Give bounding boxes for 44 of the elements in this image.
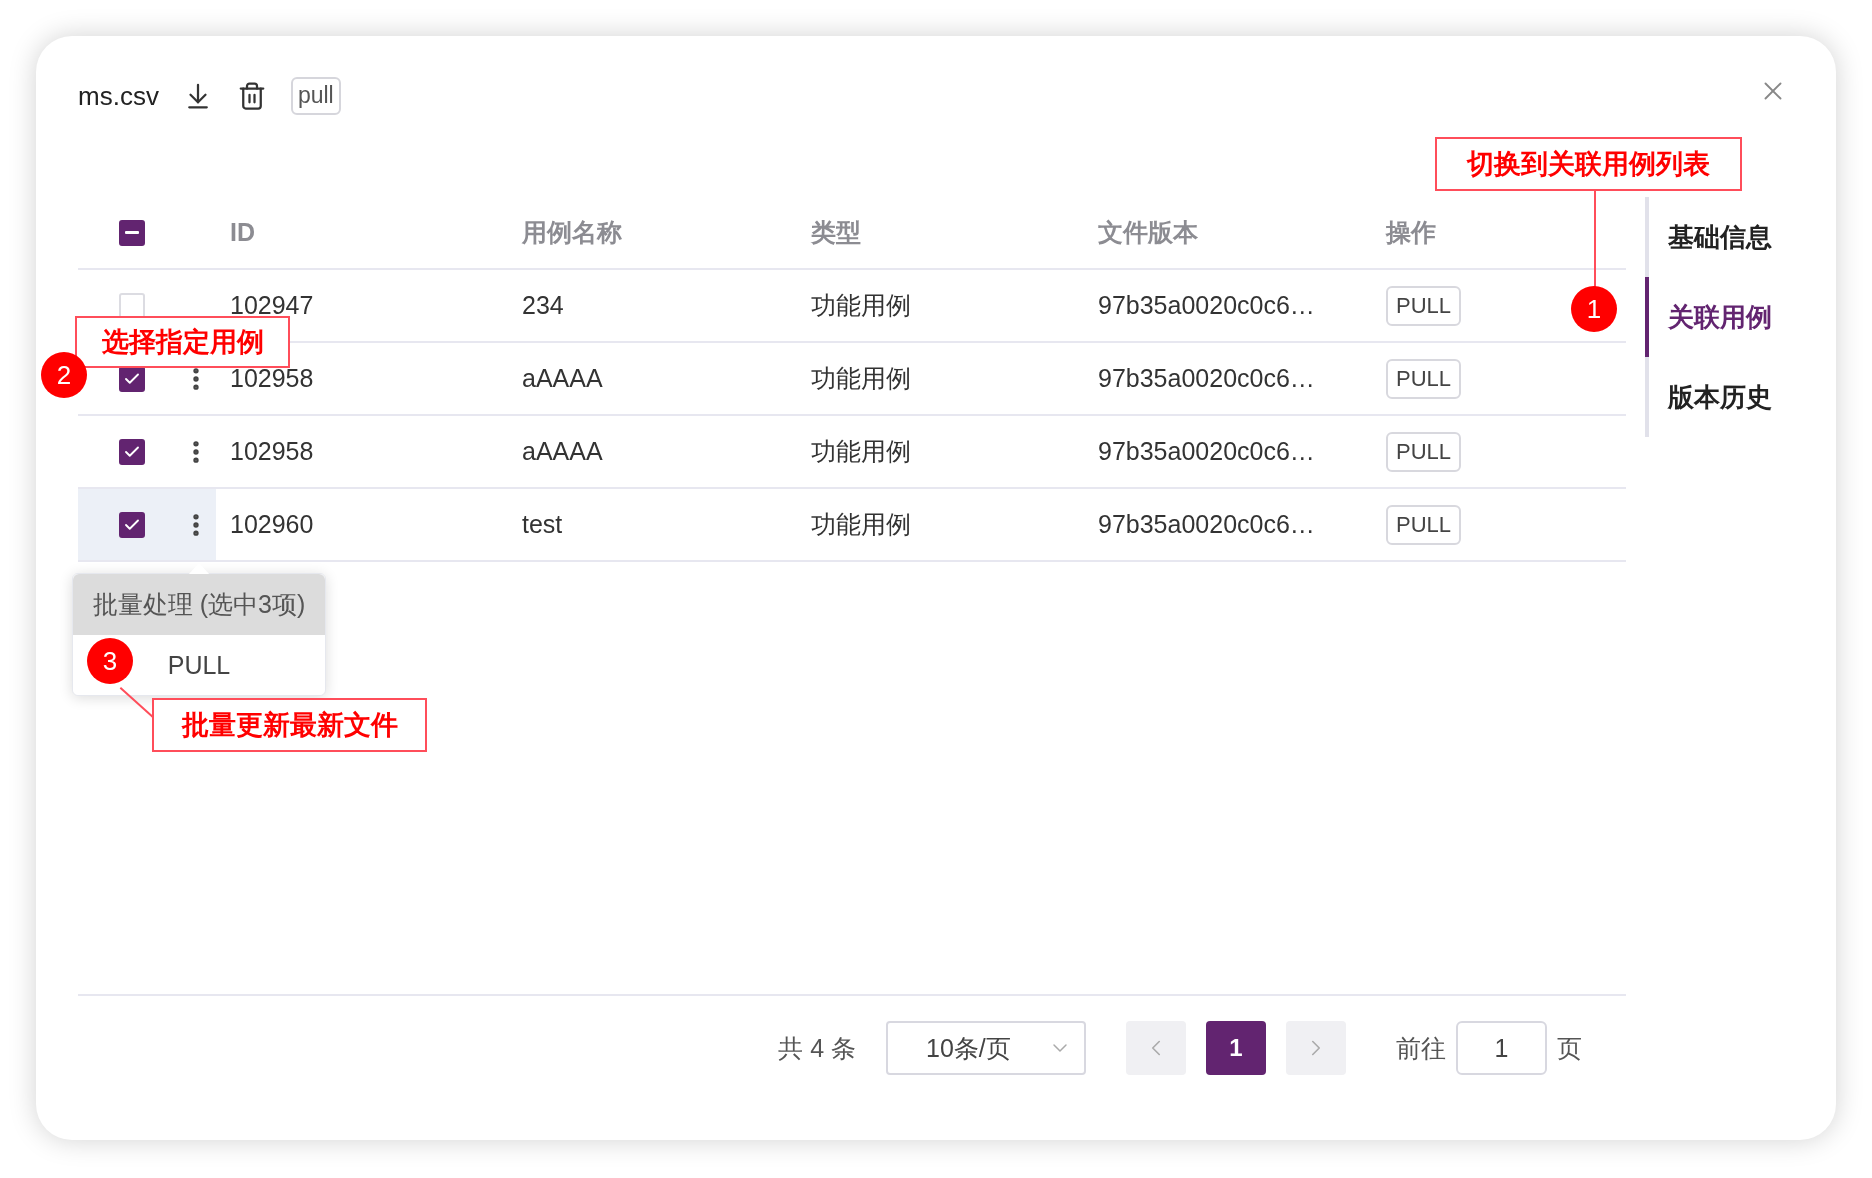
column-header: 操作 — [1386, 217, 1436, 248]
side-tab[interactable]: 关联用例 — [1645, 277, 1825, 357]
step-badge: 2 — [41, 352, 87, 398]
goto-label: 前往 — [1396, 1032, 1446, 1064]
table-cell-text: 97b35a0020c0c6… — [1098, 509, 1315, 540]
annotation-note: 批量更新最新文件 — [152, 698, 427, 752]
table-cell-text: 97b35a0020c0c6… — [1098, 436, 1315, 467]
table-cell-text: 功能用例 — [811, 363, 911, 394]
step-badge: 1 — [1571, 286, 1617, 332]
checkbox[interactable] — [119, 511, 145, 538]
table-cell-text: aAAAA — [522, 363, 603, 394]
tag: pull — [290, 77, 341, 115]
annotation-note: 切换到关联用例列表 — [1435, 137, 1742, 191]
pull-button[interactable]: PULL — [1386, 431, 1462, 472]
table-cell-text: test — [522, 509, 563, 540]
page-suffix: 页 — [1557, 1032, 1582, 1064]
file-title: ms.csv — [78, 80, 159, 112]
column-header: 用例名称 — [522, 217, 622, 248]
table-cell-text: 102958 — [230, 436, 314, 467]
minus-icon — [125, 231, 139, 234]
total-count: 共 4 条 — [778, 1032, 856, 1064]
table-cell-text: 97b35a0020c0c6… — [1098, 363, 1315, 394]
table-cell-text: aAAAA — [522, 436, 603, 467]
table-cell-text: 102960 — [230, 509, 314, 540]
checkbox[interactable] — [119, 438, 145, 465]
pull-button[interactable]: PULL — [1386, 358, 1462, 399]
menu-title: 批量处理 (选中3项) — [73, 574, 325, 635]
side-tab[interactable]: 基础信息 — [1645, 197, 1825, 277]
goto-input[interactable]: 1 — [1456, 1021, 1547, 1075]
table-cell-text: 234 — [522, 290, 564, 321]
checkbox[interactable] — [119, 219, 145, 246]
table-cell-text: 功能用例 — [811, 509, 911, 540]
table-cell-text: 97b35a0020c0c6… — [1098, 290, 1315, 321]
table-cell-text: 功能用例 — [811, 436, 911, 467]
side-tab[interactable]: 版本历史 — [1645, 357, 1825, 437]
page-button[interactable]: 1 — [1206, 1021, 1266, 1075]
pull-button[interactable]: PULL — [1386, 504, 1462, 545]
page-size-select[interactable]: 10条/页 — [886, 1021, 1086, 1075]
annotation-note: 选择指定用例 — [75, 316, 290, 368]
table-cell-text: 功能用例 — [811, 290, 911, 321]
column-header: 文件版本 — [1098, 217, 1198, 248]
column-header: ID — [230, 217, 255, 248]
pull-button[interactable]: PULL — [1386, 285, 1462, 326]
column-header: 类型 — [811, 217, 861, 248]
